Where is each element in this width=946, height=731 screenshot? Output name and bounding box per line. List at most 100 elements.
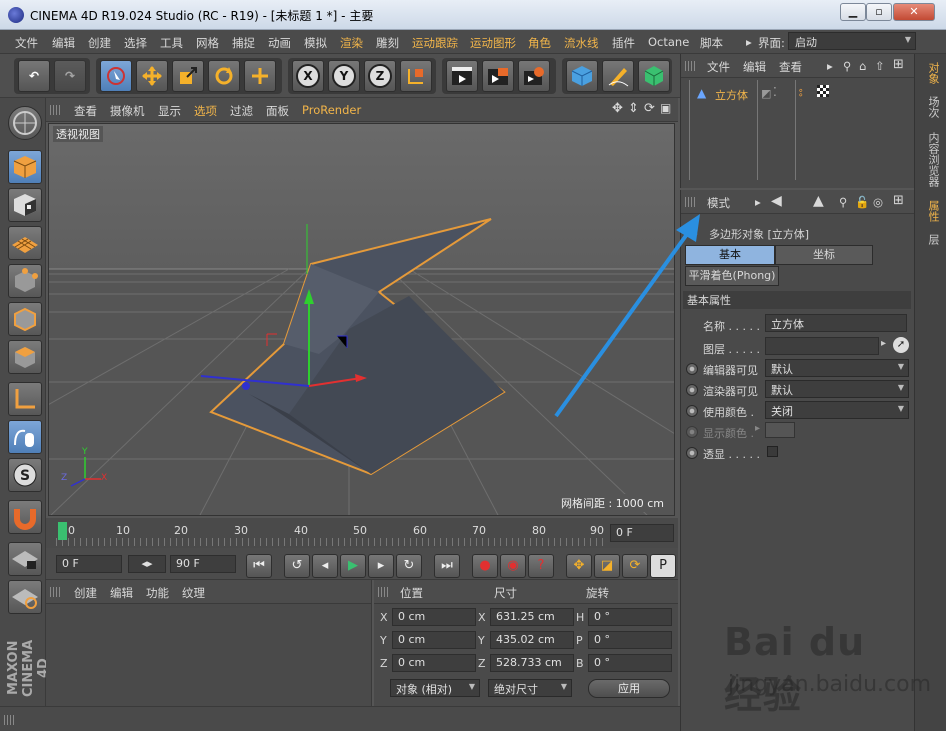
tweak-mode-icon[interactable] [8, 420, 42, 454]
objmgr-menu-view[interactable]: 查看 [779, 59, 802, 75]
start-frame-field[interactable]: 0 F [56, 555, 122, 573]
viewport-menu-view[interactable]: 查看 [74, 103, 97, 119]
timeline[interactable]: 0 10 20 30 40 50 60 70 80 90 0 F [46, 518, 678, 548]
undo-icon[interactable]: ↶ [18, 60, 50, 92]
render-visible-radio[interactable] [686, 384, 698, 396]
goto-next-key-icon[interactable]: ↻ [396, 554, 422, 578]
model-mode-icon[interactable] [8, 106, 42, 140]
menu-pipeline[interactable]: 流水线 [564, 35, 599, 51]
checker-tag-icon[interactable] [817, 85, 829, 97]
prev-frame-icon[interactable]: ◂ [312, 554, 338, 578]
key-scale-icon[interactable]: ◪ [594, 554, 620, 578]
edges-mode-icon[interactable] [8, 302, 42, 336]
rot-b-field[interactable]: 0 ° [588, 654, 672, 672]
attr-forward-icon[interactable]: ▲ [813, 193, 824, 209]
perspective-viewport[interactable]: Y X Z 透视视图 网格间距 : 1000 cm [48, 123, 675, 516]
viewport-menu-prorender[interactable]: ProRender [302, 103, 361, 117]
record-keys-icon[interactable]: ● [472, 554, 498, 578]
pos-x-field[interactable]: 0 cm [392, 608, 476, 626]
tab-basic[interactable]: 基本 [685, 245, 775, 265]
size-y-field[interactable]: 435.02 cm [490, 631, 574, 649]
xray-radio[interactable] [686, 447, 698, 459]
rot-h-field[interactable]: 0 ° [588, 608, 672, 626]
size-x-field[interactable]: 631.25 cm [490, 608, 574, 626]
menu-file[interactable]: 文件 [15, 35, 38, 51]
maximize-button[interactable]: ▫ [866, 3, 892, 21]
attr-back-icon[interactable]: ◀ [771, 193, 782, 209]
side-tab-objects[interactable]: 对象 [921, 62, 941, 84]
menu-mesh[interactable]: 网格 [196, 35, 219, 51]
panel-grip-icon[interactable] [685, 197, 697, 207]
layer-field[interactable] [765, 337, 879, 355]
menu-plugins[interactable]: 插件 [612, 35, 635, 51]
objmgr-home-icon[interactable]: ⌂ [859, 59, 866, 73]
object-mode-icon[interactable] [8, 150, 42, 184]
editor-visible-radio[interactable] [686, 363, 698, 375]
objmgr-menu-edit[interactable]: 编辑 [743, 59, 766, 75]
auto-key-icon[interactable]: ◉ [500, 554, 526, 578]
keyframe-selection-icon[interactable]: ? [528, 554, 554, 578]
redo-icon[interactable]: ↷ [54, 60, 86, 92]
pen-spline-icon[interactable] [602, 60, 634, 92]
display-color-swatch[interactable] [765, 422, 795, 438]
key-rotation-icon[interactable]: ⟳ [622, 554, 648, 578]
viewport-menu-display[interactable]: 显示 [158, 103, 181, 119]
name-field[interactable]: 立方体 [765, 314, 907, 332]
attr-search-icon[interactable]: ⚲ [839, 195, 847, 209]
objmgr-up-icon[interactable]: ⇧ [875, 59, 885, 73]
material-menu-function[interactable]: 功能 [146, 585, 169, 601]
snapping-icon[interactable]: S [8, 458, 42, 492]
menu-tools[interactable]: 工具 [160, 35, 183, 51]
use-color-radio[interactable] [686, 405, 698, 417]
material-menu-create[interactable]: 创建 [74, 585, 97, 601]
layout-select[interactable]: 启动 [788, 32, 916, 50]
viewport-menu-panel[interactable]: 面板 [266, 103, 289, 119]
attr-target-icon[interactable]: ◎ [873, 195, 883, 209]
attr-lock-icon[interactable]: 🔓 [855, 195, 869, 209]
objmgr-search-icon[interactable]: ⚲ [843, 59, 851, 73]
xray-checkbox[interactable] [767, 446, 778, 457]
section-basic-properties[interactable]: 基本属性 [683, 291, 911, 309]
side-tab-layers[interactable]: 层 [921, 234, 941, 245]
goto-start-icon[interactable]: ⏮ [246, 554, 272, 578]
goto-prev-key-icon[interactable]: ↺ [284, 554, 310, 578]
size-z-field[interactable]: 528.733 cm [490, 654, 574, 672]
side-tab-takes[interactable]: 场次 [921, 96, 941, 118]
menu-select[interactable]: 选择 [124, 35, 147, 51]
attr-more-icon[interactable]: ▸ [755, 195, 761, 209]
objmgr-new-panel-icon[interactable]: ⊞ [893, 57, 904, 72]
menu-snap[interactable]: 捕捉 [232, 35, 255, 51]
points-mode-icon[interactable] [8, 264, 42, 298]
enable-axis-icon[interactable] [8, 382, 42, 416]
menu-mograph[interactable]: 运动图形 [470, 35, 516, 51]
layer-arrow-icon[interactable]: ▸ [881, 338, 886, 349]
play-icon[interactable]: ▶ [340, 554, 366, 578]
viewport-zoom-icon[interactable]: ⇕ [628, 101, 639, 116]
phong-tag-icon[interactable]: ⦂ [799, 85, 803, 100]
key-parameter-icon[interactable]: P [650, 554, 676, 578]
objmgr-more-icon[interactable]: ▸ [827, 59, 833, 73]
editor-visible-select[interactable]: 默认 [765, 359, 909, 377]
layer-flag-icon[interactable]: ◩ [761, 87, 771, 100]
display-color-radio[interactable] [686, 426, 698, 438]
polygons-mode-icon[interactable] [8, 340, 42, 374]
menu-script[interactable]: 脚本 [700, 35, 723, 51]
menu-octane[interactable]: Octane [648, 35, 689, 49]
material-menu-texture[interactable]: 纹理 [182, 585, 205, 601]
apply-button[interactable]: 应用 [588, 679, 670, 698]
lock-workplane-icon[interactable] [8, 542, 42, 576]
scale-tool-icon[interactable] [172, 60, 204, 92]
panel-grip-icon[interactable] [50, 105, 62, 115]
next-frame-icon[interactable]: ▸ [368, 554, 394, 578]
planar-workplane-icon[interactable] [8, 580, 42, 614]
viewport-pan-icon[interactable]: ✥ [612, 101, 623, 116]
visibility-dots-icon[interactable]: ⁚ [773, 85, 777, 99]
panel-grip-icon[interactable] [4, 715, 16, 725]
close-button[interactable]: ✕ [893, 3, 935, 21]
viewport-menu-camera[interactable]: 摄像机 [110, 103, 145, 119]
size-mode-select[interactable]: 绝对尺寸 [488, 679, 572, 697]
current-frame-field[interactable]: 0 F [610, 524, 674, 542]
subdivision-surface-icon[interactable] [638, 60, 670, 92]
magnet-icon[interactable] [8, 500, 42, 534]
viewport-rotate-icon[interactable]: ⟳ [644, 101, 655, 116]
